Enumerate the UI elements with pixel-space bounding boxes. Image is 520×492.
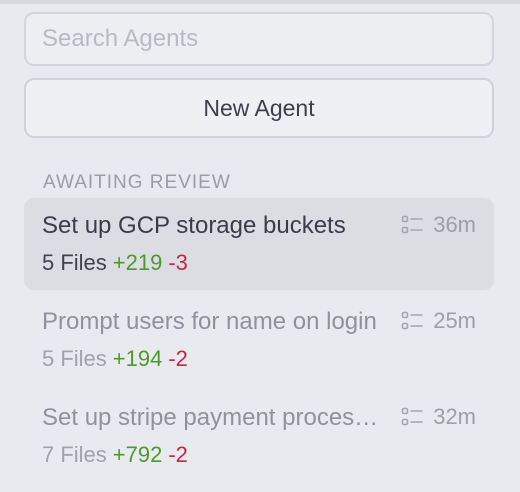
- agent-item[interactable]: Set up stripe payment processing 32m 7 F…: [24, 390, 494, 482]
- lines-added: +792: [112, 442, 163, 467]
- agent-stats: 7 Files +792 -2: [42, 442, 188, 468]
- agent-time-label: 25m: [433, 308, 476, 333]
- lines-added: +194: [112, 346, 163, 371]
- lines-removed: -2: [168, 442, 188, 467]
- files-count: 5 Files: [42, 346, 107, 371]
- agents-panel: New Agent AWAITING REVIEW Set up GCP sto…: [0, 0, 520, 492]
- files-count: 7 Files: [42, 442, 107, 467]
- agent-item[interactable]: Prompt users for name on login 25m 5 Fil…: [24, 294, 494, 386]
- new-agent-button[interactable]: New Agent: [24, 78, 494, 138]
- lines-added: +219: [112, 250, 163, 275]
- agent-stats: 5 Files +219 -3: [42, 250, 188, 276]
- agent-time-label: 36m: [433, 212, 476, 237]
- agent-time-label: 32m: [433, 404, 476, 429]
- files-count: 5 Files: [42, 250, 107, 275]
- agent-time: 32m: [401, 404, 476, 430]
- agent-stats: 5 Files +194 -2: [42, 346, 188, 372]
- agent-time: 25m: [401, 308, 476, 334]
- list-icon: [401, 407, 424, 426]
- agent-title: Set up stripe payment processing: [42, 404, 382, 431]
- agent-title: Prompt users for name on login: [42, 308, 377, 335]
- new-agent-label: New Agent: [203, 94, 315, 121]
- agent-title: Set up GCP storage buckets: [42, 212, 346, 239]
- search-input[interactable]: [26, 14, 492, 64]
- lines-removed: -3: [168, 250, 188, 275]
- lines-removed: -2: [168, 346, 188, 371]
- list-icon: [401, 311, 424, 330]
- list-icon: [401, 215, 424, 234]
- agent-item[interactable]: Set up GCP storage buckets 36m 5 Files +2…: [24, 198, 494, 290]
- search-box[interactable]: [24, 12, 494, 66]
- section-title-awaiting-review: AWAITING REVIEW: [43, 172, 231, 193]
- agent-time: 36m: [401, 212, 476, 238]
